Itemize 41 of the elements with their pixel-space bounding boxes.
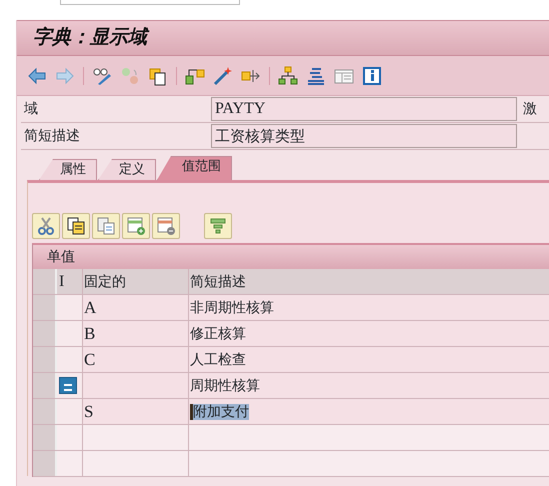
table-cell[interactable]: 周期性核算: [190, 378, 260, 394]
field-label: 激: [522, 100, 537, 118]
filter-button[interactable]: [204, 213, 232, 239]
delete-row-button[interactable]: [152, 213, 180, 239]
table-cell: C: [83, 347, 189, 372]
column-header[interactable]: 固定的: [83, 269, 189, 294]
insert-row-icon: [126, 216, 146, 236]
table-cell[interactable]: 修正核算: [190, 326, 246, 342]
table-cell[interactable]: 人工检查: [190, 352, 246, 368]
glasses-pencil-icon[interactable]: [92, 66, 112, 86]
table-cell: S: [83, 399, 189, 424]
table-cell: B: [83, 321, 189, 346]
table-cell[interactable]: 非周期性核算: [190, 300, 274, 316]
table-cell: A: [83, 295, 189, 320]
field-label: 简短描述: [23, 126, 81, 146]
input-field[interactable]: PAYTY: [211, 97, 517, 121]
screen-title: 字典：显示域: [17, 20, 549, 56]
magic-wand-icon[interactable]: [213, 66, 233, 86]
filter-icon: [208, 216, 228, 236]
field-label: 域: [23, 100, 39, 118]
delete-row-icon: [156, 216, 176, 236]
equals-icon: [59, 377, 77, 394]
tab[interactable]: 属性: [39, 159, 97, 180]
insert-row-button[interactable]: [122, 213, 150, 239]
table-cell[interactable]: 附加支付: [190, 404, 249, 420]
cut-button[interactable]: [32, 213, 60, 239]
tab[interactable]: 定义: [98, 159, 156, 180]
align-icon[interactable]: [306, 66, 326, 86]
table-title: 单值: [33, 245, 549, 269]
tab[interactable]: 值范围: [157, 156, 232, 180]
copy-object-icon[interactable]: [148, 66, 168, 86]
info-icon[interactable]: [362, 66, 382, 86]
input-field[interactable]: [60, 0, 240, 5]
input-field[interactable]: 工资核算类型: [211, 124, 517, 148]
hierarchy-icon[interactable]: [278, 66, 298, 86]
column-header[interactable]: I: [57, 269, 83, 294]
copy-button[interactable]: [62, 213, 90, 239]
back-icon[interactable]: [27, 66, 47, 86]
paste-icon: [96, 216, 116, 236]
copy-icon: [66, 216, 86, 236]
cut-icon: [36, 216, 56, 236]
